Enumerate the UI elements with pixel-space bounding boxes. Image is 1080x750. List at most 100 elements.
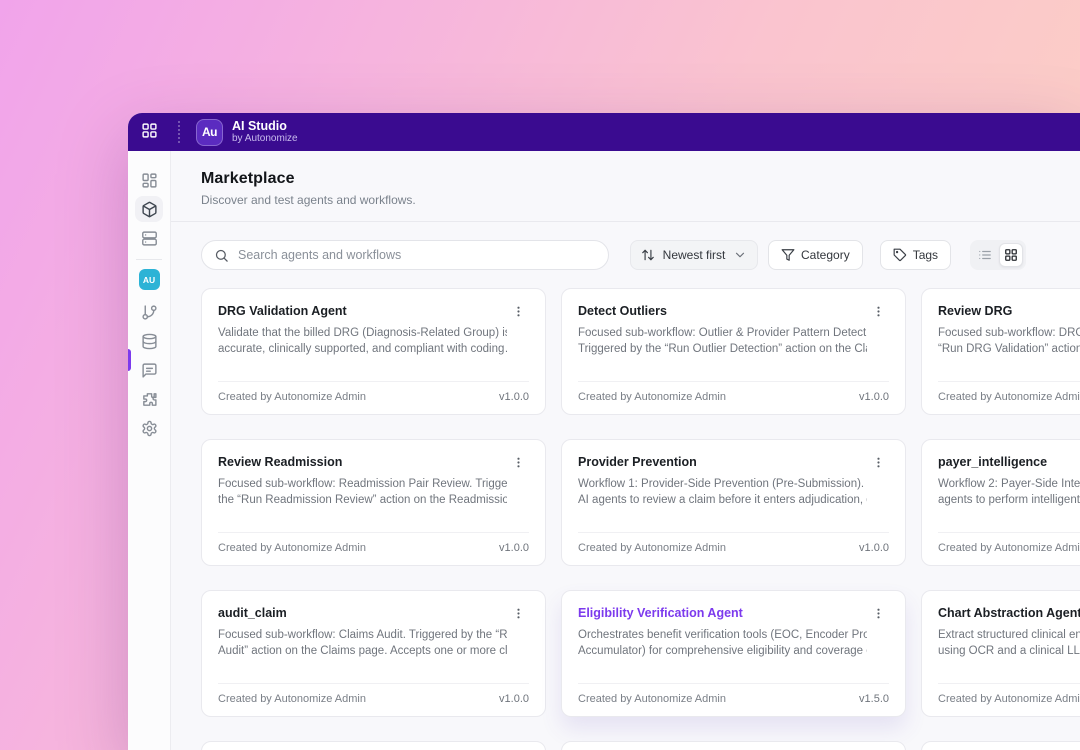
agent-card-title[interactable]: Chart Abstraction Agent <box>938 605 1080 621</box>
agent-card-partial[interactable] <box>201 741 546 750</box>
kebab-menu-icon <box>876 306 880 317</box>
agent-card-title[interactable]: Eligibility Verification Agent <box>578 605 867 621</box>
waffle-grid-icon <box>142 123 157 138</box>
puzzle-icon <box>142 392 157 406</box>
app-title: AI Studio <box>232 119 287 133</box>
agent-card-title[interactable]: audit_claim <box>218 605 507 621</box>
card-created-by: Created by Autonomize Admin <box>578 693 726 705</box>
toolbar: Newest first Category Tags <box>201 240 1080 270</box>
search-input[interactable] <box>238 248 596 262</box>
agent-card-description-line1: Extract structured clinical entities fro… <box>938 629 1080 641</box>
page-title: Marketplace <box>201 170 295 187</box>
agent-card[interactable]: Eligibility Verification Agent Orchestra… <box>561 590 906 717</box>
sidebar-item-settings[interactable] <box>135 415 163 441</box>
card-menu-button[interactable] <box>867 303 889 325</box>
agent-card-description: Workflow 2: Payer-Side Intelligence (Pos… <box>938 476 1080 508</box>
sort-dropdown[interactable]: Newest first <box>630 240 758 270</box>
app-header-bar: Au AI Studio by Autonomize <box>128 113 1080 151</box>
sidebar-item-workflows[interactable] <box>135 225 163 251</box>
agent-card-description: Focused sub-workflow: Claims Audit. Trig… <box>218 627 507 659</box>
page-header-divider <box>171 221 1080 222</box>
agent-card-title[interactable]: Detect Outliers <box>578 303 867 319</box>
view-toggle <box>970 240 1027 270</box>
agent-card-description-line1: Focused sub-workflow: Readmission Pair R… <box>218 478 507 490</box>
user-avatar[interactable]: AU <box>138 269 160 290</box>
agent-card[interactable]: audit_claim Focused sub-workflow: Claims… <box>201 590 546 717</box>
sidebar-item-integrations[interactable] <box>135 386 163 412</box>
header-divider <box>178 121 180 143</box>
sort-arrows-icon <box>642 249 654 261</box>
agent-card[interactable]: payer_intelligence Workflow 2: Payer-Sid… <box>921 439 1080 566</box>
agent-card-partial[interactable] <box>921 741 1080 750</box>
card-version-badge: v1.0.0 <box>859 542 889 554</box>
sidebar-item-branches[interactable] <box>135 299 163 325</box>
agent-card-description-line2: Triggered by the “Run Outlier Detection”… <box>578 343 867 355</box>
tags-filter-label: Tags <box>912 248 939 262</box>
card-created-by: Created by Autonomize Admin <box>218 693 366 705</box>
agent-card-description-line2: the “Run Readmission Review” action on t… <box>218 494 507 506</box>
agent-card[interactable]: Chart Abstraction Agent Extract structur… <box>921 590 1080 717</box>
sidebar-item-dashboard[interactable] <box>135 167 163 193</box>
category-filter-button[interactable]: Category <box>768 240 863 270</box>
app-launcher-button[interactable] <box>136 118 164 144</box>
agent-card-description-line1: Workflow 2: Payer-Side Intelligence (Pos… <box>938 478 1080 490</box>
agent-card-description: Extract structured clinical entities fro… <box>938 627 1080 659</box>
card-version-badge: v1.0.0 <box>499 693 529 705</box>
brand: Au AI Studio by Autonomize <box>196 118 298 146</box>
agent-card[interactable]: Detect Outliers Focused sub-workflow: Ou… <box>561 288 906 415</box>
agent-card[interactable]: DRG Validation Agent Validate that the b… <box>201 288 546 415</box>
card-created-by: Created by Autonomize Admin <box>938 391 1080 403</box>
card-menu-button[interactable] <box>507 303 529 325</box>
card-grid-next-row <box>201 741 1080 750</box>
agent-card-title[interactable]: Provider Prevention <box>578 454 867 470</box>
card-menu-button[interactable] <box>507 454 529 476</box>
sidebar-item-datasets[interactable] <box>135 328 163 354</box>
search-box[interactable] <box>201 240 609 270</box>
agent-card-description-line2: using OCR and a clinical LLM model… <box>938 645 1080 657</box>
agent-card-description-line2: AI agents to review a claim before it en… <box>578 494 867 506</box>
agent-card-partial[interactable] <box>561 741 906 750</box>
chat-icon <box>141 362 157 378</box>
card-grid: DRG Validation Agent Validate that the b… <box>201 288 1080 717</box>
server-rows-icon <box>141 230 157 246</box>
card-created-by: Created by Autonomize Admin <box>938 542 1080 554</box>
card-version-badge: v1.0.0 <box>859 391 889 403</box>
sort-selected-value: Newest first <box>662 248 726 262</box>
agent-card-description: Orchestrates benefit verification tools … <box>578 627 867 659</box>
list-view-icon <box>979 250 991 260</box>
tags-filter-button[interactable]: Tags <box>879 240 952 270</box>
card-menu-button[interactable] <box>867 605 889 627</box>
list-view-button[interactable] <box>973 243 997 267</box>
card-created-by: Created by Autonomize Admin <box>578 391 726 403</box>
agent-card-title[interactable]: Review DRG <box>938 303 1080 319</box>
agent-card-title[interactable]: Review Readmission <box>218 454 507 470</box>
grid-view-icon <box>1005 249 1017 261</box>
chevron-down-icon <box>735 252 745 258</box>
category-filter-label: Category <box>801 248 850 262</box>
card-menu-button[interactable] <box>507 605 529 627</box>
agent-card-title[interactable]: DRG Validation Agent <box>218 303 507 319</box>
dashboard-grid-icon <box>141 172 157 188</box>
kebab-menu-icon <box>876 608 880 619</box>
agent-card-description: Focused sub-workflow: DRG Clinical Valid… <box>938 325 1080 357</box>
agent-card[interactable]: Review Readmission Focused sub-workflow:… <box>201 439 546 566</box>
search-icon <box>215 249 228 262</box>
sidebar-item-conversations[interactable] <box>135 357 163 383</box>
sidebar-item-marketplace[interactable] <box>135 196 163 222</box>
grid-view-button[interactable] <box>999 243 1024 267</box>
agent-card-description: Validate that the billed DRG (Diagnosis-… <box>218 325 507 357</box>
agent-card[interactable]: Provider Prevention Workflow 1: Provider… <box>561 439 906 566</box>
card-created-by: Created by Autonomize Admin <box>578 542 726 554</box>
card-version-badge: v1.5.0 <box>859 693 889 705</box>
app-byline: by Autonomize <box>232 133 298 144</box>
page-subtitle: Discover and test agents and workflows. <box>201 193 416 207</box>
main-content: Marketplace Discover and test agents and… <box>171 151 1080 750</box>
app-window: Au AI Studio by Autonomize AU Marketplac… <box>128 113 1080 750</box>
agent-card-description: Focused sub-workflow: Outlier & Provider… <box>578 325 867 357</box>
agent-card-description-line2: Accumulator) for comprehensive eligibili… <box>578 645 867 657</box>
agent-card-title[interactable]: payer_intelligence <box>938 454 1080 470</box>
git-branch-icon <box>141 304 157 320</box>
agent-card-description-line1: Validate that the billed DRG (Diagnosis-… <box>218 327 507 339</box>
card-menu-button[interactable] <box>867 454 889 476</box>
agent-card[interactable]: Review DRG Focused sub-workflow: DRG Cli… <box>921 288 1080 415</box>
